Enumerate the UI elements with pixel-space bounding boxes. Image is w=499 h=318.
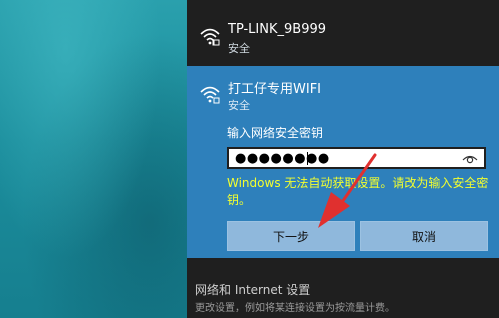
wifi-icon <box>200 86 220 104</box>
desktop-wallpaper <box>0 0 187 318</box>
network-settings-link[interactable]: 网络和 Internet 设置 <box>195 281 310 298</box>
network-security: 安全 <box>228 42 250 55</box>
password-value: ●●●●●●●● <box>235 151 330 166</box>
network-item-selected[interactable]: 打工仔专用WIFI 安全 输入网络安全密钥 ●●●●●●●● Windows 无… <box>187 66 499 258</box>
network-ssid: 打工仔专用WIFI <box>228 82 321 97</box>
network-ssid: TP-LINK_9B999 <box>228 22 327 37</box>
network-flyout: TP-LINK_9B999 安全 打工仔专用WIFI 安全 输入网络安全密钥 ●… <box>187 0 499 318</box>
network-security: 安全 <box>228 99 250 112</box>
next-button[interactable]: 下一步 <box>227 221 355 251</box>
cancel-button[interactable]: 取消 <box>360 221 488 251</box>
warning-message: Windows 无法自动获取设置。请改为输入安全密钥。 <box>227 176 489 207</box>
network-settings-description: 更改设置，例如将某连接设置为按流量计费。 <box>195 303 395 314</box>
password-input[interactable]: ●●●●●●●● <box>227 147 486 169</box>
network-item-tp-link[interactable]: TP-LINK_9B999 安全 <box>187 0 499 66</box>
wifi-icon <box>200 28 220 46</box>
eye-icon[interactable] <box>462 152 478 166</box>
text-caret <box>307 152 308 165</box>
password-label: 输入网络安全密钥 <box>227 126 324 140</box>
